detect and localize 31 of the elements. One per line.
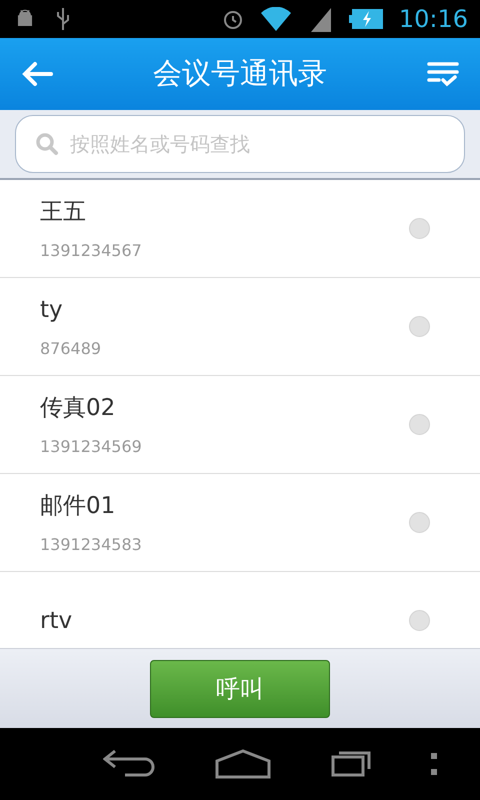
back-arrow-icon xyxy=(21,61,53,87)
back-nav-icon[interactable] xyxy=(103,749,155,779)
menu-dots-icon[interactable] xyxy=(431,751,437,777)
radio-button[interactable] xyxy=(409,218,430,239)
contact-row[interactable]: 传真02 1391234569 xyxy=(0,376,480,474)
contact-name: 王五 xyxy=(40,198,87,226)
contact-phone: 1391234567 xyxy=(40,240,143,262)
home-nav-icon[interactable] xyxy=(215,749,271,779)
contact-phone: 1391234569 xyxy=(40,436,143,458)
contact-phone: 876489 xyxy=(40,338,102,360)
wifi-icon xyxy=(260,7,291,31)
usb-icon xyxy=(54,6,72,32)
contact-name: 传真02 xyxy=(40,394,116,422)
search-icon xyxy=(35,132,59,156)
radio-button[interactable] xyxy=(409,512,430,533)
radio-button[interactable] xyxy=(409,414,430,435)
search-field[interactable]: 按照姓名或号码查找 xyxy=(15,115,465,173)
checklist-icon xyxy=(427,60,459,88)
page-title: 会议号通讯录 xyxy=(152,55,328,92)
recents-nav-icon[interactable] xyxy=(331,751,371,777)
contact-row[interactable]: ty 876489 xyxy=(0,278,480,376)
radio-button[interactable] xyxy=(409,610,430,631)
battery-icon xyxy=(348,9,383,29)
contact-name: ty xyxy=(40,296,64,324)
contact-row[interactable]: 邮件01 1391234583 xyxy=(0,474,480,572)
contact-phone: 1391234583 xyxy=(40,534,143,556)
clock: 10:16 xyxy=(398,4,468,35)
contact-name: 邮件01 xyxy=(40,492,116,520)
radio-button[interactable] xyxy=(409,316,430,337)
contact-name: rtv xyxy=(40,606,74,636)
contact-row[interactable]: 王五 1391234567 xyxy=(0,180,480,278)
